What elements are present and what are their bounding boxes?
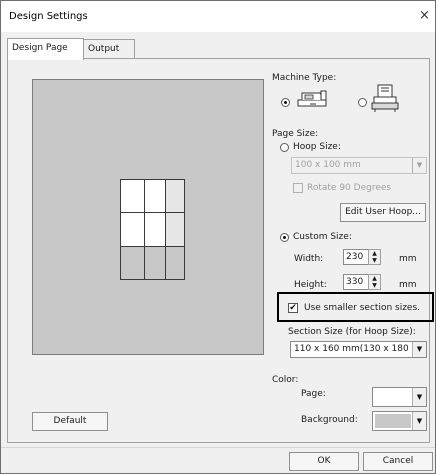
hoop-size-value: 100 x 100 mm (295, 160, 361, 170)
page-color-label: Page: (301, 389, 326, 399)
background-color-swatch (375, 414, 411, 428)
page-sheet-preview (120, 179, 188, 281)
section-cell (165, 179, 185, 213)
embroidery-machine-icon (294, 88, 330, 110)
height-input[interactable]: 330 (343, 274, 369, 290)
custom-size-radio[interactable] (280, 233, 289, 242)
rotate-90-checkbox[interactable] (293, 183, 303, 193)
color-label: Color: (272, 375, 299, 385)
hoop-size-label: Hoop Size: (293, 142, 341, 152)
section-size-select[interactable]: 110 x 160 mm(130 x 180 mm ▼ (290, 341, 427, 358)
page-preview (32, 79, 264, 355)
machine-type-radio-multi-needle[interactable] (358, 98, 367, 107)
page-size-label: Page Size: (272, 129, 319, 139)
cancel-button[interactable]: Cancel (363, 452, 433, 471)
hoop-size-radio[interactable] (280, 143, 289, 152)
chevron-down-icon: ▼ (412, 388, 426, 406)
section-cell (144, 179, 166, 213)
section-cell (120, 179, 145, 213)
close-icon[interactable]: × (419, 9, 430, 22)
design-page-panel: Machine Type: Page Size: Hoop Size: 100 … (7, 58, 430, 443)
section-cell (144, 246, 166, 280)
hoop-size-select[interactable]: 100 x 100 mm ▼ (291, 157, 427, 174)
width-spin-buttons[interactable]: ▲ ▼ (368, 249, 381, 265)
section-cell (120, 212, 145, 247)
width-input[interactable]: 230 (343, 249, 369, 265)
page-color-select[interactable]: ▼ (372, 387, 427, 407)
ok-button[interactable]: OK (289, 452, 359, 471)
chevron-down-icon: ▼ (412, 158, 426, 173)
section-size-value: 110 x 160 mm(130 x 180 mm (294, 344, 427, 354)
section-size-label: Section Size (for Hoop Size): (288, 327, 416, 337)
width-unit-label: mm (399, 254, 417, 264)
background-color-label: Background: (301, 415, 358, 425)
section-cell (120, 246, 145, 280)
machine-type-radio-embroidery[interactable] (281, 98, 290, 107)
design-settings-dialog: Design Settings × Design Page Output Mac… (0, 0, 436, 474)
height-spin-buttons[interactable]: ▲ ▼ (368, 274, 381, 290)
rotate-90-label: Rotate 90 Degrees (307, 183, 392, 193)
dialog-title: Design Settings (9, 11, 88, 22)
height-unit-label: mm (399, 280, 417, 290)
edit-user-hoop-button[interactable]: Edit User Hoop... (340, 203, 426, 222)
custom-size-label: Custom Size: (293, 232, 352, 242)
section-cell (144, 212, 166, 247)
tab-design-page[interactable]: Design Page (7, 38, 84, 60)
smaller-sections-highlight (277, 292, 434, 322)
chevron-down-icon: ▼ (412, 412, 426, 430)
background-color-select[interactable]: ▼ (372, 411, 427, 431)
button-bar-separator (1, 447, 435, 448)
height-label: Height: (294, 280, 327, 290)
tab-output[interactable]: Output (83, 39, 135, 59)
multi-needle-machine-icon (371, 83, 399, 113)
title-bar: Design Settings × (1, 1, 435, 32)
section-cell (165, 212, 185, 247)
section-cell (165, 246, 185, 280)
default-button[interactable]: Default (32, 412, 108, 431)
width-label: Width: (294, 254, 324, 264)
machine-type-label: Machine Type: (272, 73, 337, 83)
chevron-down-icon: ▼ (412, 342, 426, 357)
